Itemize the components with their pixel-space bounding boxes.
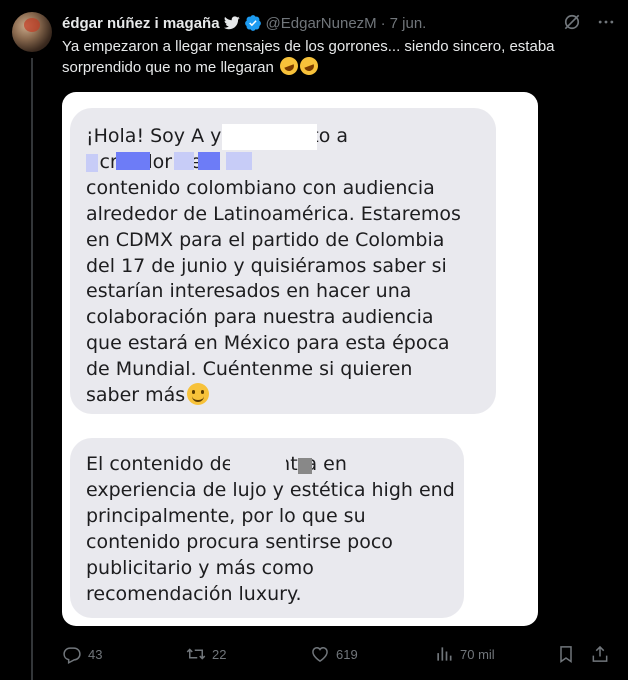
avatar[interactable] <box>12 12 52 52</box>
author-handle[interactable]: @EdgarNunezM <box>266 15 377 32</box>
twitter-bird-icon <box>223 16 240 30</box>
tweet-text: Ya empezaron a llegar mensajes de los go… <box>62 36 618 78</box>
bookmark-button[interactable] <box>556 644 576 664</box>
message-bubble: ¡Hola! Soy A y represento a ( creador de… <box>70 108 496 414</box>
redaction <box>226 152 252 170</box>
retweet-icon <box>186 648 206 660</box>
reply-icon <box>63 647 81 664</box>
redaction <box>198 152 220 170</box>
header-actions <box>562 12 616 32</box>
more-options-icon[interactable] <box>596 12 616 32</box>
like-button[interactable]: 619 <box>310 644 358 664</box>
retweet-button[interactable]: 22 <box>186 644 226 664</box>
laughing-emoji-icon <box>277 54 301 78</box>
redaction <box>298 458 312 474</box>
tweet-header: édgar núñez i magaña @EdgarNunezM · 7 ju… <box>62 12 616 34</box>
tweet[interactable]: édgar núñez i magaña @EdgarNunezM · 7 ju… <box>0 0 628 680</box>
redaction <box>116 152 150 170</box>
redaction <box>230 454 286 478</box>
redaction <box>222 124 317 150</box>
tweet-actions: 43 22 619 70 mil <box>62 642 610 666</box>
message-bubble: El contenido de L centra en experiencia … <box>70 438 464 618</box>
views-count: 70 mil <box>460 646 495 662</box>
share-button[interactable] <box>590 644 610 664</box>
reply-count: 43 <box>88 646 103 662</box>
thread-line <box>31 58 33 680</box>
tweet-time[interactable]: 7 jun. <box>390 15 427 32</box>
share-icon <box>592 645 608 662</box>
views-chart-icon <box>437 647 452 661</box>
redaction <box>174 152 194 170</box>
separator-dot: · <box>380 14 386 32</box>
author-name[interactable]: édgar núñez i magaña <box>62 15 220 32</box>
grok-icon[interactable] <box>562 12 582 32</box>
views-button[interactable]: 70 mil <box>434 644 495 664</box>
verified-badge-icon <box>244 15 261 31</box>
redaction <box>86 154 98 172</box>
retweet-count: 22 <box>212 646 227 662</box>
like-count: 619 <box>336 646 358 662</box>
smiling-emoji-icon <box>187 383 209 405</box>
reply-button[interactable]: 43 <box>62 644 102 664</box>
tweet-image[interactable]: ¡Hola! Soy A y represento a ( creador de… <box>62 92 538 626</box>
bookmark-icon <box>560 646 572 663</box>
laughing-emoji-icon <box>297 54 321 78</box>
heart-icon <box>312 646 328 662</box>
